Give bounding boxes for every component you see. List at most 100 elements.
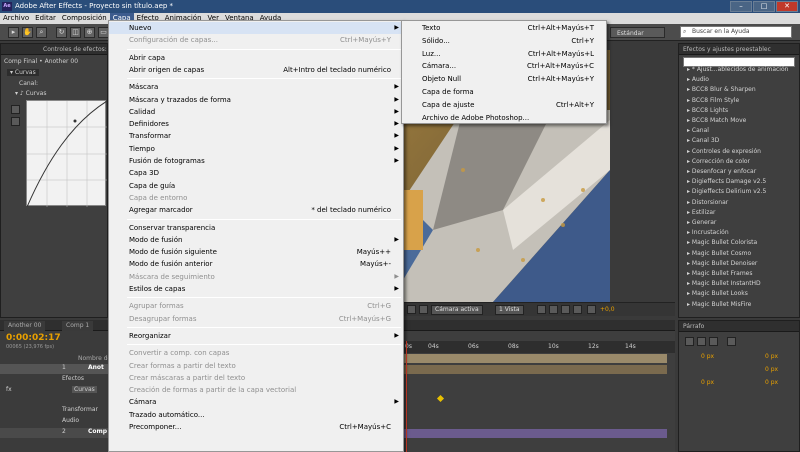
effect-category-magic-bullet-instanthd[interactable]: ▸ Magic Bullet InstantHD	[687, 280, 761, 287]
justify-icon[interactable]	[727, 337, 736, 346]
tab-another-00[interactable]: Another 00	[4, 321, 46, 331]
menu-item-calidad[interactable]: Calidad ▶	[109, 106, 403, 118]
layer-effects-group[interactable]: Efectos	[62, 375, 84, 382]
indent-right-value[interactable]: 0 px	[765, 353, 778, 360]
rotate-tool-icon[interactable]: ↻	[56, 27, 67, 38]
effect-category-desenfocar-y-enfocar[interactable]: ▸ Desenfocar y enfocar	[687, 168, 756, 175]
new-item-solido[interactable]: Sólido... Ctrl+Y	[402, 35, 606, 47]
new-item-capa-de-ajuste[interactable]: Capa de ajuste Ctrl+Alt+Y	[402, 99, 606, 111]
menu-item-modo-de-fusion[interactable]: Modo de fusión ▶	[109, 234, 403, 246]
effect-name-curvas[interactable]: ▾ Curvas	[7, 69, 39, 76]
effect-category-incrustacion[interactable]: ▸ Incrustación	[687, 229, 729, 236]
new-item-luz[interactable]: Luz... Ctrl+Alt+Mayús+L	[402, 48, 606, 60]
work-area-bar[interactable]	[403, 354, 667, 363]
timeline-track-area[interactable]: 0s 04s 06s 08s 10s 12s 14s	[403, 331, 675, 452]
align-center-icon[interactable]	[697, 337, 706, 346]
effect-category-magic-bullet-misfire[interactable]: ▸ Magic Bullet MisFire	[687, 301, 751, 308]
keyframe-icon[interactable]	[436, 394, 445, 403]
space-after-value[interactable]: 0 px	[765, 379, 778, 386]
layer-row-1[interactable]: 1 Anot	[0, 364, 108, 374]
zoom-tool-icon[interactable]: ⌕	[36, 27, 47, 38]
effect-category-audio[interactable]: ▸ Audio	[687, 76, 709, 83]
menu-item-transformar[interactable]: Transformar ▶	[109, 130, 403, 142]
menu-item-capa-de-guia[interactable]: Capa de guía	[109, 180, 403, 192]
menu-item-mascara[interactable]: Máscara ▶	[109, 81, 403, 93]
tab-comp-1[interactable]: Comp 1	[62, 321, 94, 331]
pencil-tool-icon[interactable]	[11, 117, 20, 126]
effect-category-bcc8-film-style[interactable]: ▸ BCC8 Film Style	[687, 97, 739, 104]
workspace-select[interactable]: Estándar	[610, 27, 665, 38]
menu-item-mascara-y-trazados-de-forma[interactable]: Máscara y trazados de forma ▶	[109, 94, 403, 106]
grid-icon[interactable]	[407, 305, 416, 314]
help-search-input[interactable]: ⌕ Buscar en la Ayuda	[680, 26, 792, 38]
menu-item-abrir-origen-de-capas[interactable]: Abrir origen de capas Alt+Intro del tecla…	[109, 64, 403, 76]
effect-category-magic-bullet-cosmo[interactable]: ▸ Magic Bullet Cosmo	[687, 250, 751, 257]
effect-category-magic-bullet-looks[interactable]: ▸ Magic Bullet Looks	[687, 290, 748, 297]
menu-item-fusion-de-fotogramas[interactable]: Fusión de fotogramas ▶	[109, 155, 403, 167]
menu-item-capa-3d[interactable]: Capa 3D	[109, 167, 403, 179]
camera-select[interactable]: Cámara activa	[431, 305, 483, 315]
align-right-icon[interactable]	[709, 337, 718, 346]
camera-tool-icon[interactable]: ◫	[70, 27, 81, 38]
curves-graph[interactable]	[26, 100, 108, 208]
layer-curvas-effect[interactable]: Curvas	[72, 386, 97, 393]
effect-category-bcc8-blur-sharpen[interactable]: ▸ BCC8 Blur & Sharpen	[687, 86, 756, 93]
new-item-objeto-null[interactable]: Objeto Null Ctrl+Alt+Mayús+Y	[402, 73, 606, 85]
exposure-icon[interactable]	[587, 305, 596, 314]
menu-archivo[interactable]: Archivo	[0, 13, 32, 24]
current-timecode[interactable]: 0:00:02:17	[6, 333, 61, 343]
effect-category-canal-3d[interactable]: ▸ Canal 3D	[687, 137, 719, 144]
hand-tool-icon[interactable]: ✋	[22, 27, 33, 38]
align-left-icon[interactable]	[685, 337, 694, 346]
effect-category-bcc8-match-move[interactable]: ▸ BCC8 Match Move	[687, 117, 746, 124]
effect-category-magic-bullet-denoiser[interactable]: ▸ Magic Bullet Denoiser	[687, 260, 757, 267]
toggle-pixel-icon[interactable]	[537, 305, 546, 314]
effect-category-generar[interactable]: ▸ Generar	[687, 219, 716, 226]
menu-item-definidores[interactable]: Definidores ▶	[109, 118, 403, 130]
new-item-capa-de-forma[interactable]: Capa de forma	[402, 86, 606, 98]
new-item-archivo-de-adobe-photoshop[interactable]: Archivo de Adobe Photoshop...	[402, 112, 606, 124]
indent-first-value[interactable]: 0 px	[765, 366, 778, 373]
effect-category-controles-de-expresion[interactable]: ▸ Controles de expresión	[687, 148, 761, 155]
menu-item-nuevo[interactable]: Nuevo ▶	[109, 22, 403, 35]
curve-tool-icon[interactable]	[11, 105, 20, 114]
layer-row-2[interactable]: 2 Comp	[0, 428, 108, 438]
effect-category-bcc8-lights[interactable]: ▸ BCC8 Lights	[687, 107, 728, 114]
effect-category-distorsionar[interactable]: ▸ Distorsionar	[687, 199, 728, 206]
menu-item-precomponer[interactable]: Precomponer... Ctrl+Mayús+C	[109, 421, 403, 433]
menu-item-modo-de-fusion-siguiente[interactable]: Modo de fusión siguiente Mayús++	[109, 246, 403, 258]
maximize-button[interactable]: □	[753, 1, 775, 12]
exposure-value[interactable]: +0,0	[600, 306, 615, 313]
effect-category-digieffects-damage-v2-5[interactable]: ▸ Digieffects Damage v2.5	[687, 178, 766, 185]
menu-item-agregar-marcador[interactable]: Agregar marcador * del teclado numérico	[109, 204, 403, 216]
effect-category-digieffects-delirium-v2-5[interactable]: ▸ Digieffects Delirium v2.5	[687, 188, 766, 195]
timeline-icon[interactable]	[561, 305, 570, 314]
menu-item-estilos-de-capas[interactable]: Estilos de capas ▶	[109, 283, 403, 295]
fast-preview-icon[interactable]	[549, 305, 558, 314]
effect-category-magic-bullet-colorista[interactable]: ▸ Magic Bullet Colorista	[687, 239, 757, 246]
effect-category-estilizar[interactable]: ▸ Estilizar	[687, 209, 716, 216]
selection-tool-icon[interactable]: ▸	[8, 27, 19, 38]
close-button[interactable]: ✕	[776, 1, 798, 12]
layer-2-bar[interactable]	[403, 429, 667, 438]
effect-category-canal[interactable]: ▸ Canal	[687, 127, 709, 134]
menu-composicion[interactable]: Composición	[59, 13, 110, 24]
menu-item-reorganizar[interactable]: Reorganizar ▶	[109, 330, 403, 342]
menu-item-conservar-transparencia[interactable]: Conservar transparencia	[109, 222, 403, 234]
pan-behind-tool-icon[interactable]: ⊕	[84, 27, 95, 38]
effect-category-magic-bullet-frames[interactable]: ▸ Magic Bullet Frames	[687, 270, 752, 277]
views-select[interactable]: 1 Vista	[495, 305, 524, 315]
curves-param[interactable]: ▾ ♪ Curvas	[15, 90, 46, 97]
flowchart-icon[interactable]	[573, 305, 582, 314]
minimize-button[interactable]: –	[730, 1, 752, 12]
layer-1-bar[interactable]	[403, 365, 667, 374]
indent-left-value[interactable]: 0 px	[701, 353, 714, 360]
effect-category-ajust-ablecidos-de-animacion[interactable]: ▸ * Ajust...ablecidos de animación	[687, 66, 788, 73]
layer-transform-group[interactable]: Transformar	[62, 406, 98, 413]
effect-category-correccion-de-color[interactable]: ▸ Corrección de color	[687, 158, 750, 165]
channel-icon[interactable]	[419, 305, 428, 314]
menu-item-trazado-automatico[interactable]: Trazado automático...	[109, 409, 403, 421]
menu-item-tiempo[interactable]: Tiempo ▶	[109, 143, 403, 155]
new-item-texto[interactable]: Texto Ctrl+Alt+Mayús+T	[402, 22, 606, 34]
layer-audio-group[interactable]: Audio	[62, 417, 79, 424]
